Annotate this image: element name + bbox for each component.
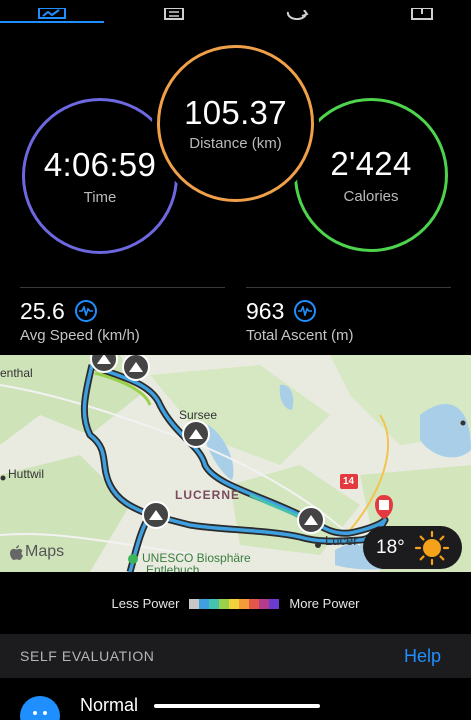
avg-speed-stat[interactable]: 25.6 Avg Speed (km/h): [20, 298, 140, 344]
total-ascent-stat[interactable]: 963 Total Ascent (m): [246, 298, 354, 344]
maps-brand-label: Maps: [25, 543, 65, 560]
feel-slider[interactable]: [154, 704, 320, 708]
map-label-lucerne-region: LUCERNE: [175, 488, 241, 502]
legend-less-label: Less Power: [111, 596, 180, 611]
waveform-icon: [294, 300, 317, 322]
calories-label: Calories: [343, 187, 399, 205]
feel-face-icon: [20, 696, 60, 720]
calories-ring: 2'424 Calories: [294, 98, 448, 252]
avg-speed-label: Avg Speed (km/h): [20, 327, 140, 344]
weather-temp: 18°: [376, 536, 405, 558]
map-label-lucerne-city: Lucer: [325, 533, 358, 548]
chart-icon: [38, 8, 66, 19]
legend-swatch: [249, 598, 260, 609]
calendar-icon: [411, 8, 433, 20]
map-label-entlebuch: Entlebuch: [146, 563, 200, 572]
weather-badge[interactable]: 18°: [363, 526, 462, 569]
tab-details[interactable]: [404, 0, 440, 20]
power-legend: Less Power More Power: [0, 596, 471, 611]
legend-more-label: More Power: [289, 596, 360, 611]
calories-value: 2'424: [330, 144, 412, 182]
legend-swatch: [199, 598, 210, 609]
divider: [20, 287, 225, 288]
legend-swatch: [239, 598, 250, 609]
tab-sync[interactable]: [280, 0, 316, 20]
feel-label: Normal: [80, 695, 139, 715]
power-color-scale: [189, 598, 280, 609]
legend-swatch: [229, 598, 240, 609]
feel-row[interactable]: Normal: [0, 678, 471, 720]
top-tab-bar: [0, 0, 471, 24]
legend-swatch: [219, 598, 230, 609]
time-ring: 4:06:59 Time: [22, 98, 178, 254]
map-label-huttwil: Huttwil: [8, 467, 45, 481]
waveform-icon: [74, 300, 97, 322]
tab-stats[interactable]: [34, 0, 70, 20]
distance-ring: 105.37 Distance (km): [157, 45, 314, 202]
sun-icon: [414, 530, 449, 565]
refresh-icon: [286, 10, 309, 20]
time-label: Time: [83, 188, 117, 206]
maps-brand: Maps: [10, 543, 64, 561]
road-shield-label: 14: [343, 476, 355, 487]
tab-laps[interactable]: [156, 0, 192, 20]
apple-logo-icon: [10, 544, 23, 560]
distance-value: 105.37: [184, 94, 287, 131]
total-ascent-label: Total Ascent (m): [246, 327, 354, 344]
legend-swatch: [209, 598, 220, 609]
help-link[interactable]: Help: [404, 646, 441, 667]
total-ascent-value: 963: [246, 298, 285, 324]
avg-speed-value: 25.6: [20, 298, 65, 324]
selected-tab-indicator: [0, 21, 104, 23]
list-icon: [164, 8, 184, 20]
legend-swatch: [189, 598, 200, 609]
map-label-sursee: Sursee: [179, 408, 218, 422]
self-evaluation-title: SELF EVALUATION: [20, 648, 155, 664]
map-label-enthal: enthal: [0, 366, 33, 380]
legend-swatch: [269, 598, 280, 609]
self-evaluation-header: SELF EVALUATION Help: [0, 634, 471, 678]
legend-swatch: [259, 598, 270, 609]
distance-label: Distance (km): [189, 135, 282, 152]
divider: [246, 287, 451, 288]
time-value: 4:06:59: [43, 145, 157, 183]
